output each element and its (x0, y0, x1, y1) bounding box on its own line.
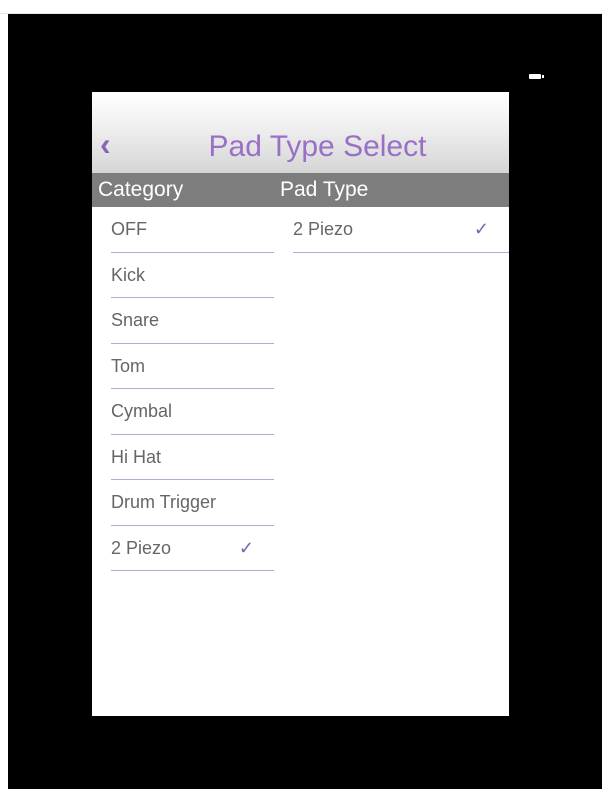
list-item-selected[interactable]: 2 Piezo ✓ (293, 207, 509, 253)
list-item[interactable]: Kick (111, 253, 274, 298)
pad-type-list: 2 Piezo ✓ (293, 207, 509, 253)
battery-label: 85 % (509, 72, 526, 80)
category-label: Snare (111, 310, 160, 330)
status-device: iPad ≈ (54, 72, 75, 79)
list-item[interactable]: Cymbal (111, 389, 274, 435)
status-battery: ✱ 85 % (501, 72, 544, 80)
list-item-selected[interactable]: 2 Piezo ✓ (111, 526, 274, 571)
navigation-bar: ‹ Pad Type Select (92, 92, 509, 173)
pad-type-header: Pad Type (280, 178, 369, 201)
category-label: Kick (111, 264, 146, 285)
device-frame: iPad ≈ 10:12 ✱ 85 % ‹ Pad Type Select Ca… (8, 14, 602, 789)
category-label: Drum Trigger (111, 492, 217, 512)
device-label: iPad (54, 72, 69, 79)
column-header-bar: Category Pad Type (92, 173, 509, 207)
category-header: Category (98, 178, 184, 201)
list-item[interactable]: Hi Hat (111, 435, 274, 480)
checkmark-icon: ✓ (473, 219, 489, 239)
category-label: Tom (111, 355, 146, 376)
wifi-icon: ≈ (71, 72, 75, 79)
list-item[interactable]: Tom (111, 344, 274, 389)
bluetooth-icon: ✱ (501, 73, 507, 80)
category-label: 2 Piezo (111, 537, 172, 558)
category-label: Hi Hat (111, 446, 162, 467)
list-item[interactable]: Drum Trigger (111, 480, 274, 526)
checkmark-icon: ✓ (238, 537, 254, 558)
list-item[interactable]: Snare (111, 298, 274, 344)
category-list: OFF Kick Snare Tom Cymbal Hi Hat Drum Tr… (111, 207, 274, 571)
battery-icon (528, 73, 544, 79)
page-title: Pad Type Select (208, 130, 427, 163)
list-item[interactable]: OFF (111, 207, 274, 253)
app-screen: ‹ Pad Type Select Category Pad Type OFF … (92, 92, 509, 716)
category-label: Cymbal (111, 401, 173, 421)
category-label: OFF (111, 219, 147, 239)
status-time: 10:12 (290, 72, 308, 79)
pad-type-label: 2 Piezo (293, 219, 354, 239)
top-strip (0, 0, 602, 14)
